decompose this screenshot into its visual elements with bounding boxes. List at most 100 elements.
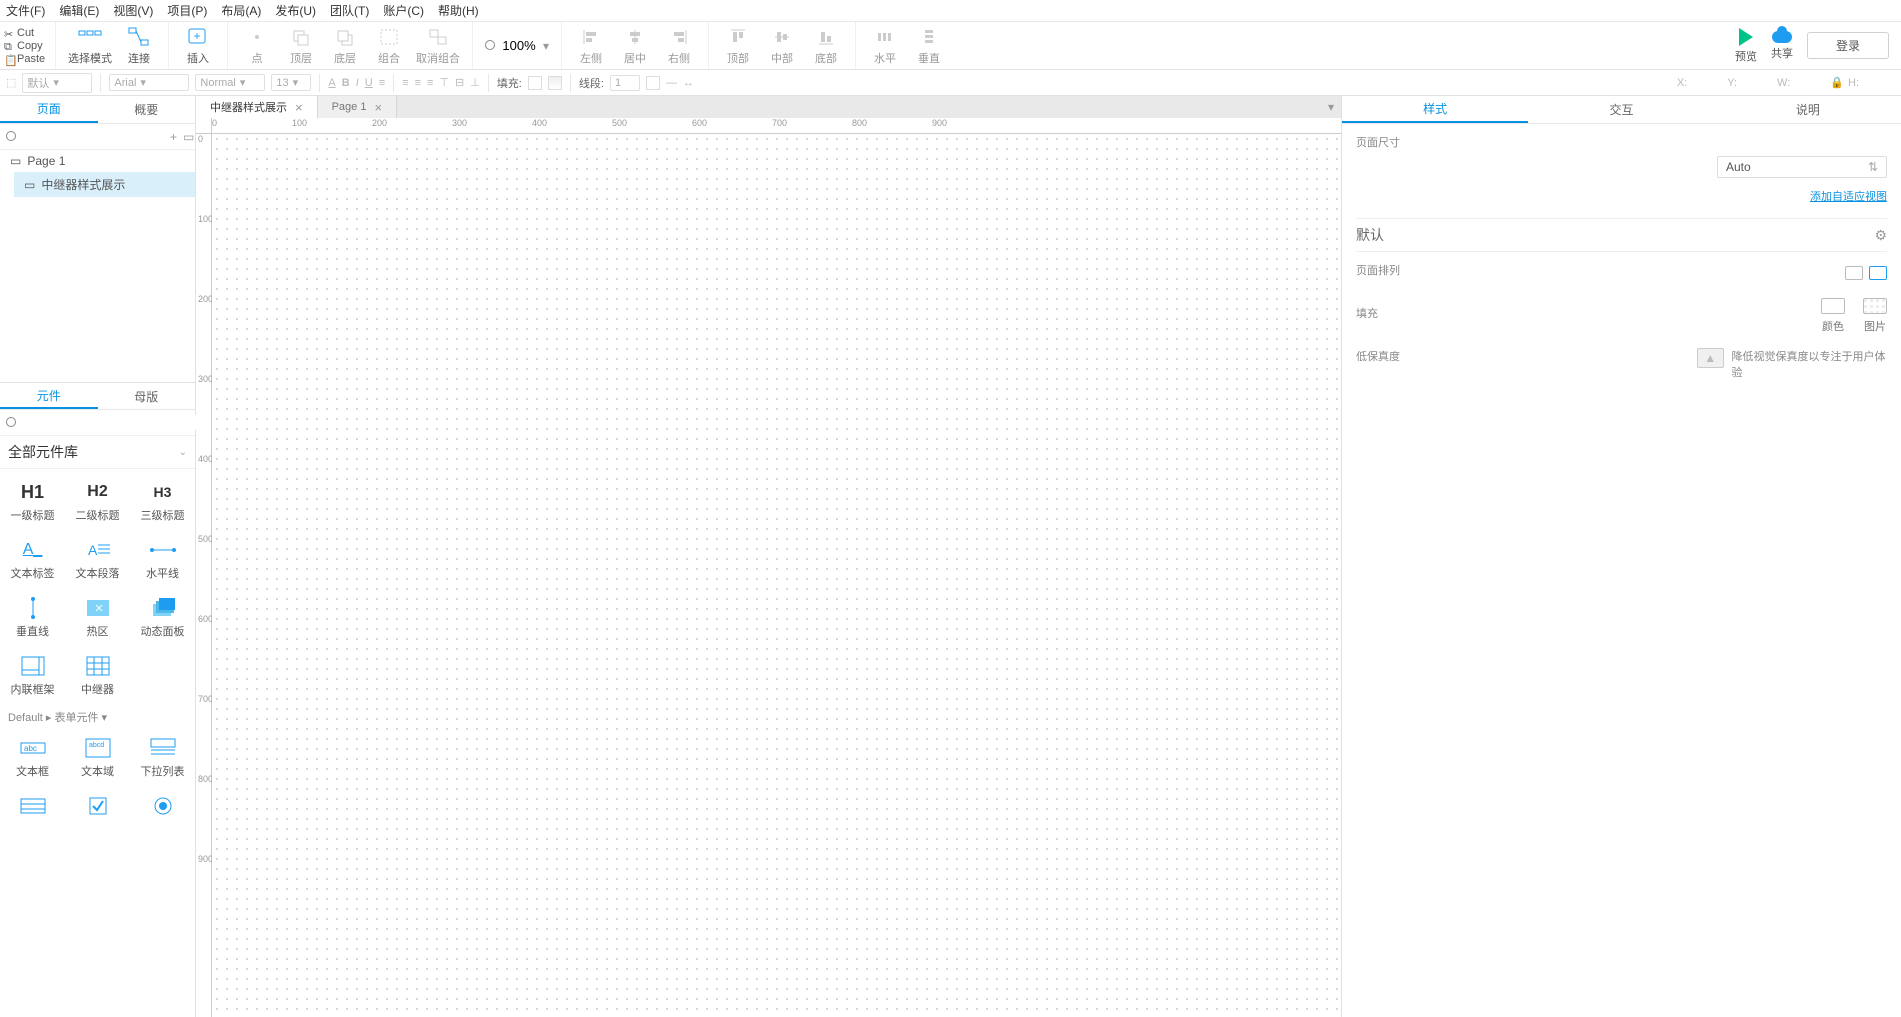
- bold-button[interactable]: B: [342, 77, 350, 89]
- widget-section-forms[interactable]: Default ▸ 表单元件 ▾: [0, 705, 195, 729]
- widget-textarea[interactable]: abcd文本域: [65, 729, 130, 787]
- valign-middle-button[interactable]: ⊟: [455, 76, 464, 89]
- tab-notes[interactable]: 说明: [1715, 96, 1901, 123]
- connect-button[interactable]: 连接: [122, 26, 156, 66]
- widget-listbox[interactable]: [0, 787, 65, 829]
- font-weight-select[interactable]: Normal▾: [195, 74, 265, 91]
- canvas-tab[interactable]: Page 1×: [318, 96, 397, 118]
- widget-h3[interactable]: H3三级标题: [130, 473, 195, 531]
- menu-publish[interactable]: 发布(U): [275, 2, 316, 19]
- menu-view[interactable]: 视图(V): [113, 2, 153, 19]
- fill-image-button[interactable]: [548, 76, 562, 90]
- tab-widgets[interactable]: 元件: [0, 383, 98, 409]
- widget-paragraph[interactable]: A文本段落: [65, 531, 130, 589]
- text-align-right-button[interactable]: ≡: [427, 77, 433, 89]
- bring-front-button[interactable]: 顶层: [284, 26, 318, 66]
- text-align-center-button[interactable]: ≡: [415, 77, 421, 89]
- font-size-input[interactable]: 13▾: [271, 74, 311, 91]
- fill-color-button[interactable]: [528, 76, 542, 90]
- tab-style[interactable]: 样式: [1342, 96, 1528, 123]
- page-item[interactable]: ▭ 中继器样式展示: [14, 172, 195, 197]
- valign-bottom-button[interactable]: ⊥: [470, 76, 480, 89]
- align-center-button[interactable]: 居中: [618, 26, 652, 66]
- menu-project[interactable]: 项目(P): [167, 2, 207, 19]
- fill-image-option[interactable]: 图片: [1863, 298, 1887, 334]
- zoom-dropdown-icon[interactable]: ▾: [543, 39, 549, 53]
- login-button[interactable]: 登录: [1807, 32, 1889, 59]
- zoom-input[interactable]: [497, 38, 541, 53]
- tab-pages[interactable]: 页面: [0, 96, 98, 123]
- italic-button[interactable]: I: [356, 77, 359, 89]
- add-folder-icon[interactable]: ▭: [183, 130, 194, 144]
- page-align-left-button[interactable]: [1845, 266, 1863, 280]
- h-input[interactable]: [1863, 77, 1895, 89]
- x-input[interactable]: [1691, 77, 1723, 89]
- align-left-button[interactable]: 左侧: [574, 26, 608, 66]
- valign-top-button[interactable]: ⊤: [439, 76, 449, 89]
- ruler-vertical[interactable]: 0100200300400500600700800900: [196, 134, 212, 1017]
- dist-h-button[interactable]: 水平: [868, 26, 902, 66]
- widget-checkbox[interactable]: [65, 787, 130, 829]
- paste-button[interactable]: 📋Paste: [4, 53, 51, 65]
- menu-help[interactable]: 帮助(H): [438, 2, 479, 19]
- tab-masters[interactable]: 母版: [98, 383, 196, 409]
- canvas-tab[interactable]: 中继器样式展示×: [196, 96, 318, 118]
- align-top-button[interactable]: 顶部: [721, 26, 755, 66]
- style-preset-select[interactable]: 默认▾: [22, 73, 92, 93]
- widget-lib-header[interactable]: 全部元件库⌄: [0, 436, 195, 469]
- align-bottom-button[interactable]: 底部: [809, 26, 843, 66]
- style-preset-icon[interactable]: ⬚: [6, 76, 16, 89]
- widget-h1[interactable]: H1一级标题: [0, 473, 65, 531]
- widget-vline[interactable]: 垂直线: [0, 589, 65, 647]
- w-input[interactable]: [1794, 77, 1826, 89]
- y-input[interactable]: [1741, 77, 1773, 89]
- line-color-button[interactable]: [646, 76, 660, 90]
- select-mode-button[interactable]: 选择模式: [68, 26, 112, 66]
- dist-v-button[interactable]: 垂直: [912, 26, 946, 66]
- menu-file[interactable]: 文件(F): [6, 2, 45, 19]
- align-middle-button[interactable]: 中部: [765, 26, 799, 66]
- widget-hotspot[interactable]: 热区: [65, 589, 130, 647]
- widget-droplist[interactable]: 下拉列表: [130, 729, 195, 787]
- line-arrow-button[interactable]: ↔: [683, 77, 694, 89]
- fill-color-option[interactable]: 颜色: [1821, 298, 1845, 334]
- share-button[interactable]: 共享: [1771, 31, 1793, 61]
- preview-button[interactable]: 预览: [1735, 28, 1757, 64]
- ruler-horizontal[interactable]: 0100200300400500600700800900: [212, 118, 1341, 134]
- widget-search-input[interactable]: [22, 415, 199, 430]
- lock-aspect-icon[interactable]: 🔒: [1830, 76, 1844, 89]
- group-button[interactable]: 组合: [372, 26, 406, 66]
- text-align-left-button[interactable]: ≡: [402, 77, 408, 89]
- close-tab-icon[interactable]: ×: [295, 100, 303, 115]
- lofi-toggle[interactable]: ▲: [1697, 348, 1724, 368]
- widget-iframe[interactable]: 内联框架: [0, 647, 65, 705]
- page-search-input[interactable]: [22, 131, 164, 143]
- widget-textlabel[interactable]: A_文本标签: [0, 531, 65, 589]
- tab-outline[interactable]: 概要: [98, 96, 196, 123]
- tab-overflow-icon[interactable]: ▾: [1321, 96, 1341, 118]
- close-tab-icon[interactable]: ×: [374, 100, 382, 115]
- underline-button[interactable]: U: [365, 77, 373, 89]
- send-back-button[interactable]: 底层: [328, 26, 362, 66]
- insert-button[interactable]: +插入: [181, 26, 215, 66]
- ungroup-button[interactable]: 取消组合: [416, 26, 460, 66]
- menu-arrange[interactable]: 布局(A): [221, 2, 261, 19]
- line-style-button[interactable]: —: [666, 77, 677, 89]
- default-state-header[interactable]: 默认 ⚙: [1356, 218, 1887, 252]
- tab-interactions[interactable]: 交互: [1528, 96, 1714, 123]
- bullets-button[interactable]: ≡: [379, 77, 385, 89]
- page-size-select[interactable]: Auto⇅: [1717, 156, 1887, 178]
- menu-account[interactable]: 账户(C): [383, 2, 424, 19]
- page-item[interactable]: ▭ Page 1: [0, 150, 195, 172]
- cut-button[interactable]: ✂Cut: [4, 27, 51, 39]
- widget-hline[interactable]: 水平线: [130, 531, 195, 589]
- font-select[interactable]: Arial▾: [109, 74, 189, 91]
- add-adaptive-link[interactable]: 添加自适应视图: [1356, 188, 1887, 204]
- copy-button[interactable]: ⧉Copy: [4, 40, 51, 52]
- font-color-button[interactable]: A: [328, 77, 335, 89]
- widget-h2[interactable]: H2二级标题: [65, 473, 130, 531]
- menu-team[interactable]: 团队(T): [330, 2, 369, 19]
- line-width-input[interactable]: 1: [610, 75, 640, 91]
- point-button[interactable]: 点: [240, 26, 274, 66]
- canvas[interactable]: [212, 134, 1341, 1017]
